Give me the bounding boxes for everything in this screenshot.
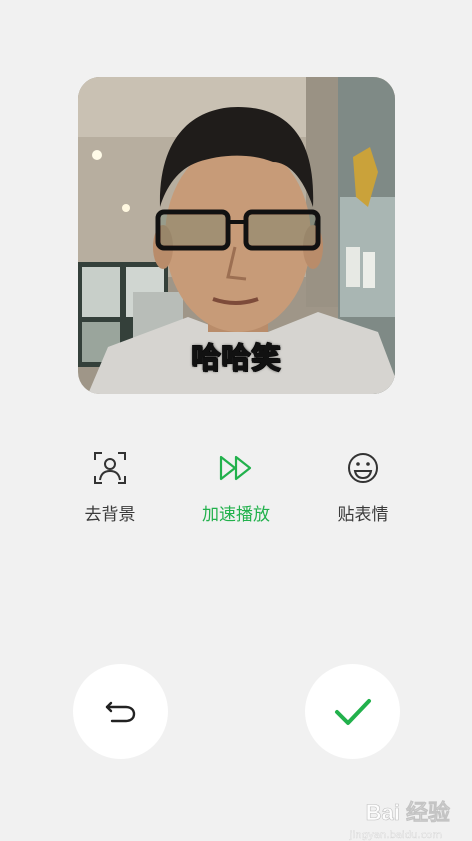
- speed-up-label: 加速播放: [202, 505, 270, 525]
- fast-forward-icon: [219, 455, 252, 481]
- video-preview: 哈哈笑: [78, 77, 395, 394]
- sticker-label: 贴表情: [337, 505, 389, 525]
- sticker-caption: 哈哈笑: [191, 340, 282, 376]
- speed-up-tool[interactable]: 加速播放: [181, 450, 291, 525]
- portrait-frame-icon: [94, 452, 126, 484]
- confirm-button[interactable]: [305, 664, 400, 759]
- watermark-url: jingyan.baidu.com: [349, 830, 443, 841]
- undo-arrow-icon: [105, 701, 135, 722]
- undo-button[interactable]: [73, 664, 168, 759]
- edit-tools: 去背景 加速播放 贴表情: [0, 450, 472, 540]
- sticker-tool[interactable]: 贴表情: [308, 450, 418, 525]
- remove-background-tool[interactable]: 去背景: [55, 450, 165, 525]
- remove-background-label: 去背景: [84, 505, 136, 525]
- watermark-brand: Bai 经验: [365, 800, 450, 826]
- checkmark-icon: [334, 698, 371, 725]
- smiley-icon: [348, 453, 378, 483]
